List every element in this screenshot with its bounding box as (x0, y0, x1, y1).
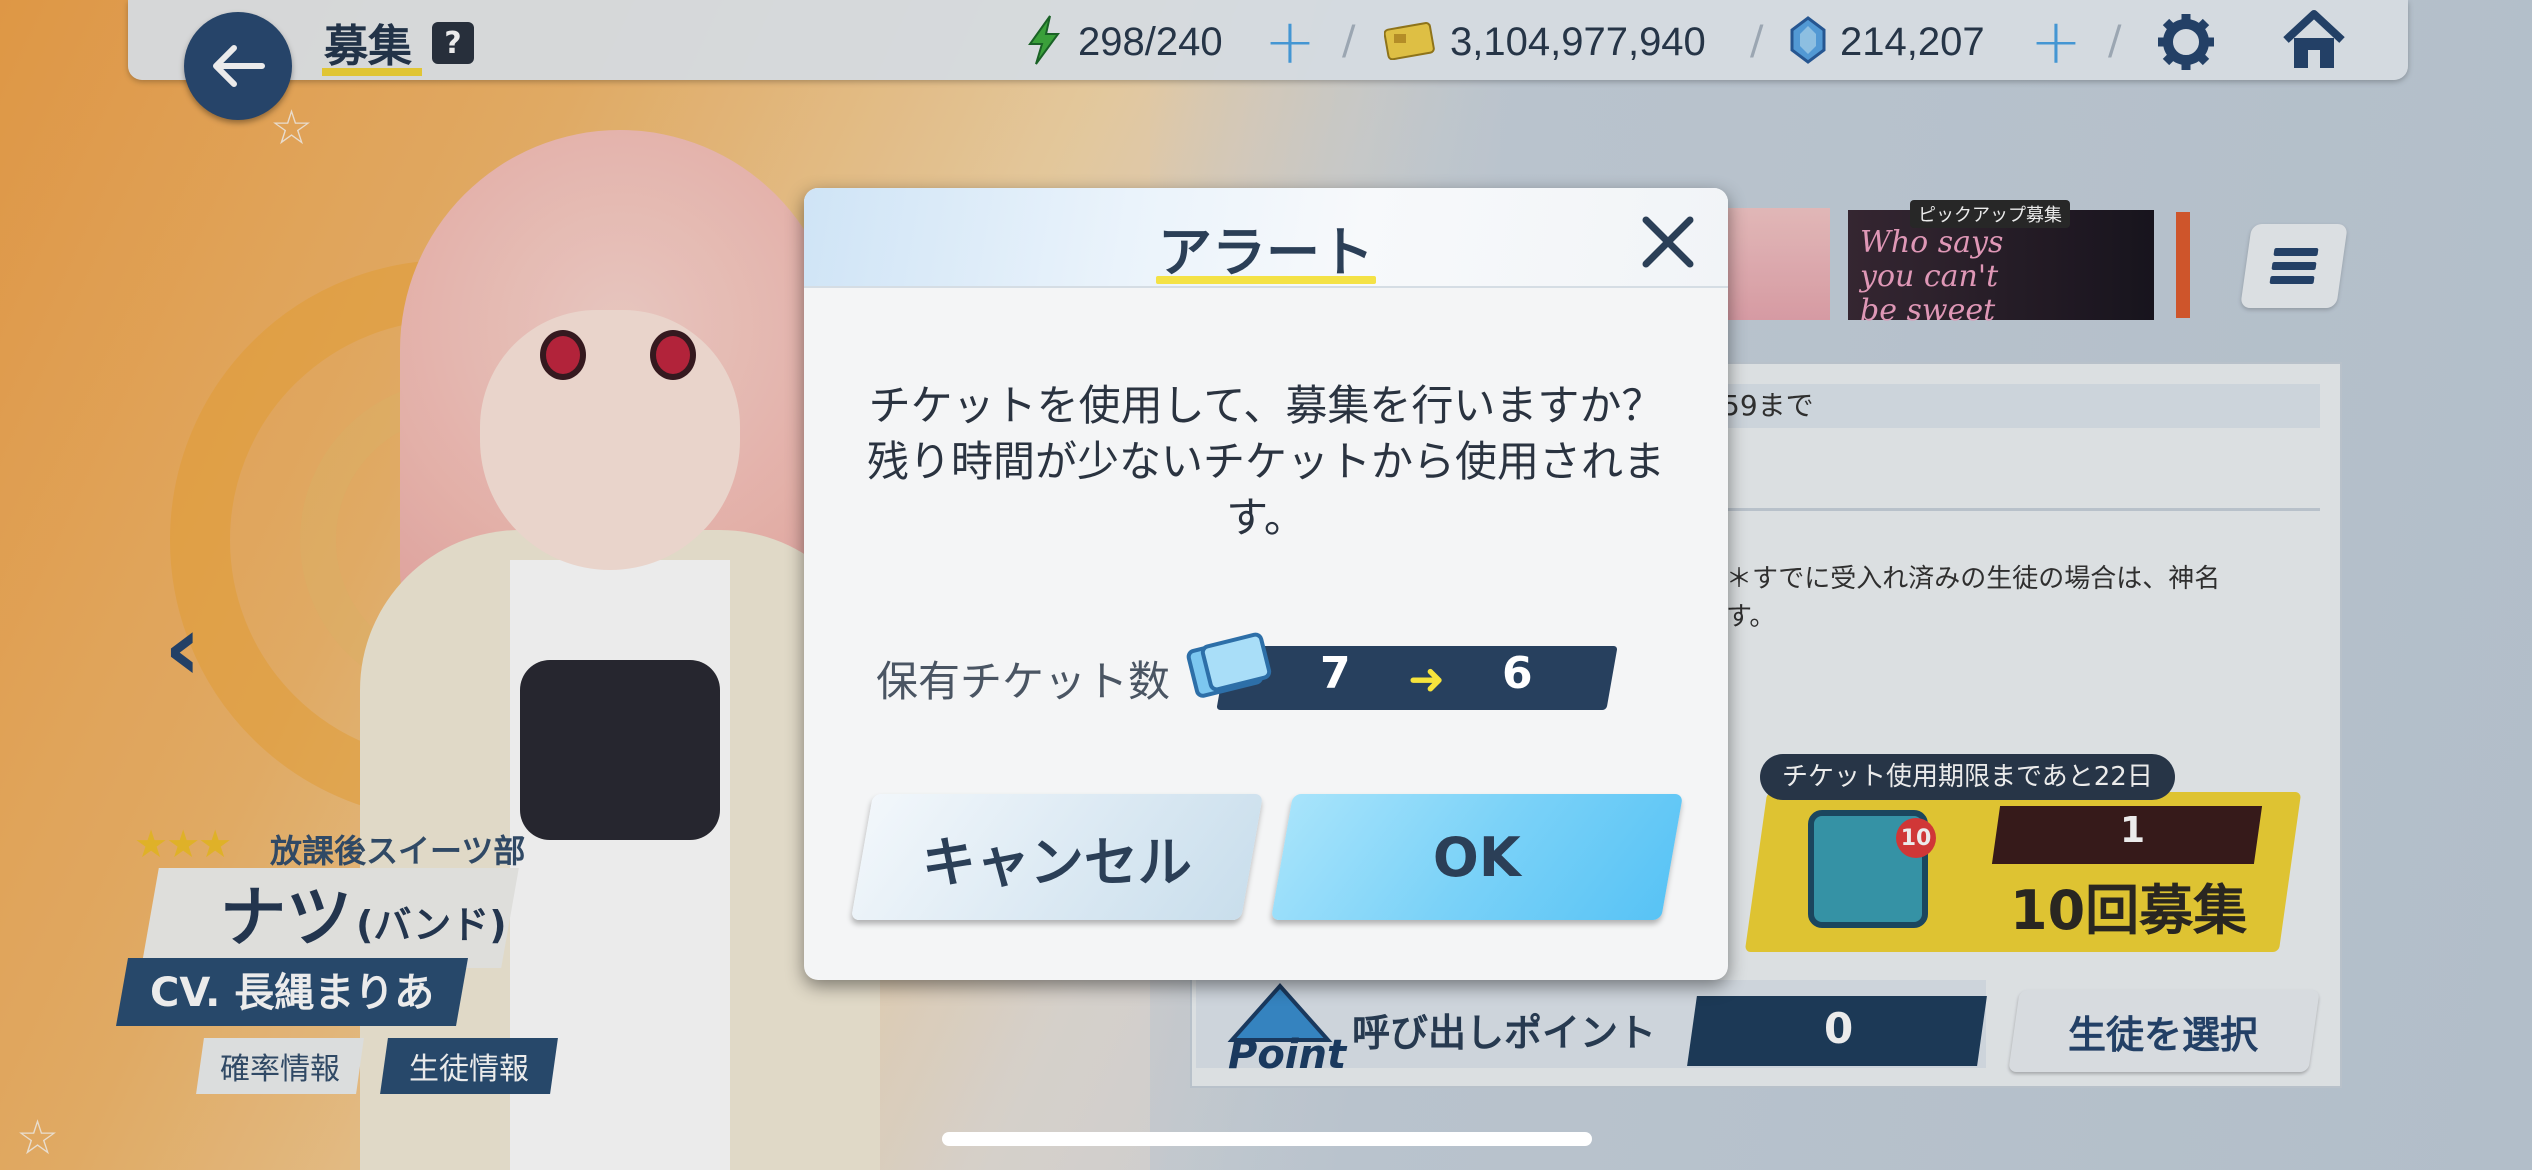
ticket-count-before: 7 (1320, 648, 1351, 699)
ticket-icon (1184, 632, 1276, 704)
home-indicator[interactable] (942, 1132, 1592, 1146)
dialog-message: チケットを使用して、募集を行いますか？ 残り時間が少ないチケットから使用されま … (866, 381, 1665, 542)
alert-dialog: アラート チケットを使用して、募集を行いますか？ 残り時間が少ないチケットから使… (804, 188, 1728, 980)
arrow-right-icon: ➜ (1408, 654, 1445, 705)
ok-button[interactable]: OK (1270, 794, 1684, 920)
close-icon[interactable] (1640, 214, 1696, 270)
ticket-label: 保有チケット数 (876, 657, 1171, 706)
cancel-button[interactable]: キャンセル (850, 794, 1264, 920)
ticket-count-after: 6 (1502, 648, 1533, 699)
title-underline (1156, 276, 1376, 284)
ok-label: OK (1433, 825, 1521, 889)
cancel-label: キャンセル (922, 830, 1192, 894)
